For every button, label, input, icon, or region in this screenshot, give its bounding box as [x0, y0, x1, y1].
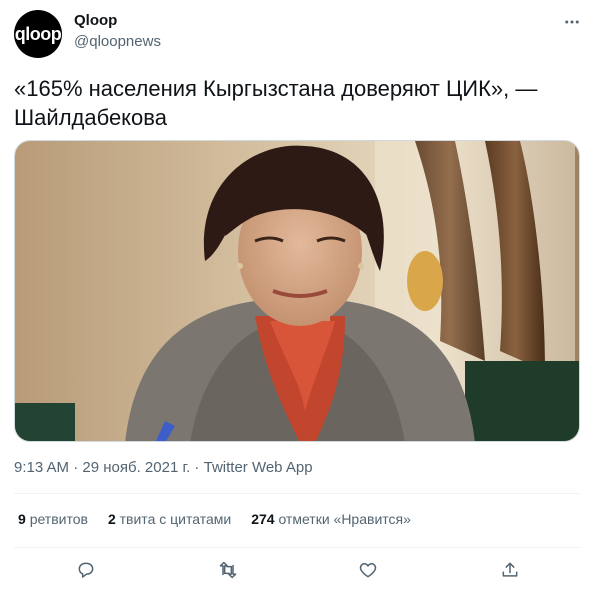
quotes-count: 2 [107, 511, 116, 527]
more-dots-icon [565, 20, 579, 24]
meta-separator-1: · [69, 459, 83, 476]
more-options-button[interactable] [560, 10, 584, 34]
tweet-meta: 9:13 AM · 29 нояб. 2021 г. · Twitter Web… [14, 459, 313, 476]
quotes-label: твита с цитатами [119, 511, 232, 527]
tweet-source[interactable]: Twitter Web App [204, 459, 313, 476]
tweet-stats: 9 ретвитов 2 твита с цитатами 274 отметк… [18, 511, 411, 527]
share-button[interactable] [498, 558, 522, 582]
retweets-label: ретвитов [29, 511, 88, 527]
photo-image [15, 141, 579, 441]
account-handle[interactable]: @qloopnews [74, 33, 161, 50]
reply-button[interactable] [74, 558, 98, 582]
heart-icon [359, 563, 377, 578]
tweet-photo[interactable] [14, 140, 580, 442]
meta-separator-2: · [190, 459, 204, 476]
retweets-count: 9 [18, 511, 26, 527]
tweet-time[interactable]: 9:13 AM [14, 459, 69, 476]
account-name[interactable]: Qloop [74, 12, 117, 29]
tweet-actions [14, 552, 580, 588]
retweets-stat[interactable]: 9 ретвитов [18, 511, 88, 527]
divider-bottom [14, 547, 580, 548]
likes-label: отметки «Нравится» [278, 511, 411, 527]
like-button[interactable] [356, 558, 380, 582]
share-icon [502, 562, 518, 577]
reply-icon [78, 562, 94, 578]
retweet-button[interactable] [216, 558, 240, 582]
tweet-text: «165% населения Кыргызстана доверяют ЦИК… [14, 76, 538, 130]
quotes-stat[interactable]: 2 твита с цитатами [108, 511, 231, 527]
tweet-date[interactable]: 29 нояб. 2021 г. [82, 459, 190, 476]
retweet-icon [219, 561, 237, 579]
avatar[interactable]: qloop [14, 10, 62, 58]
likes-stat[interactable]: 274 отметки «Нравится» [251, 511, 411, 527]
divider-top [14, 493, 580, 494]
likes-count: 274 [251, 511, 275, 527]
